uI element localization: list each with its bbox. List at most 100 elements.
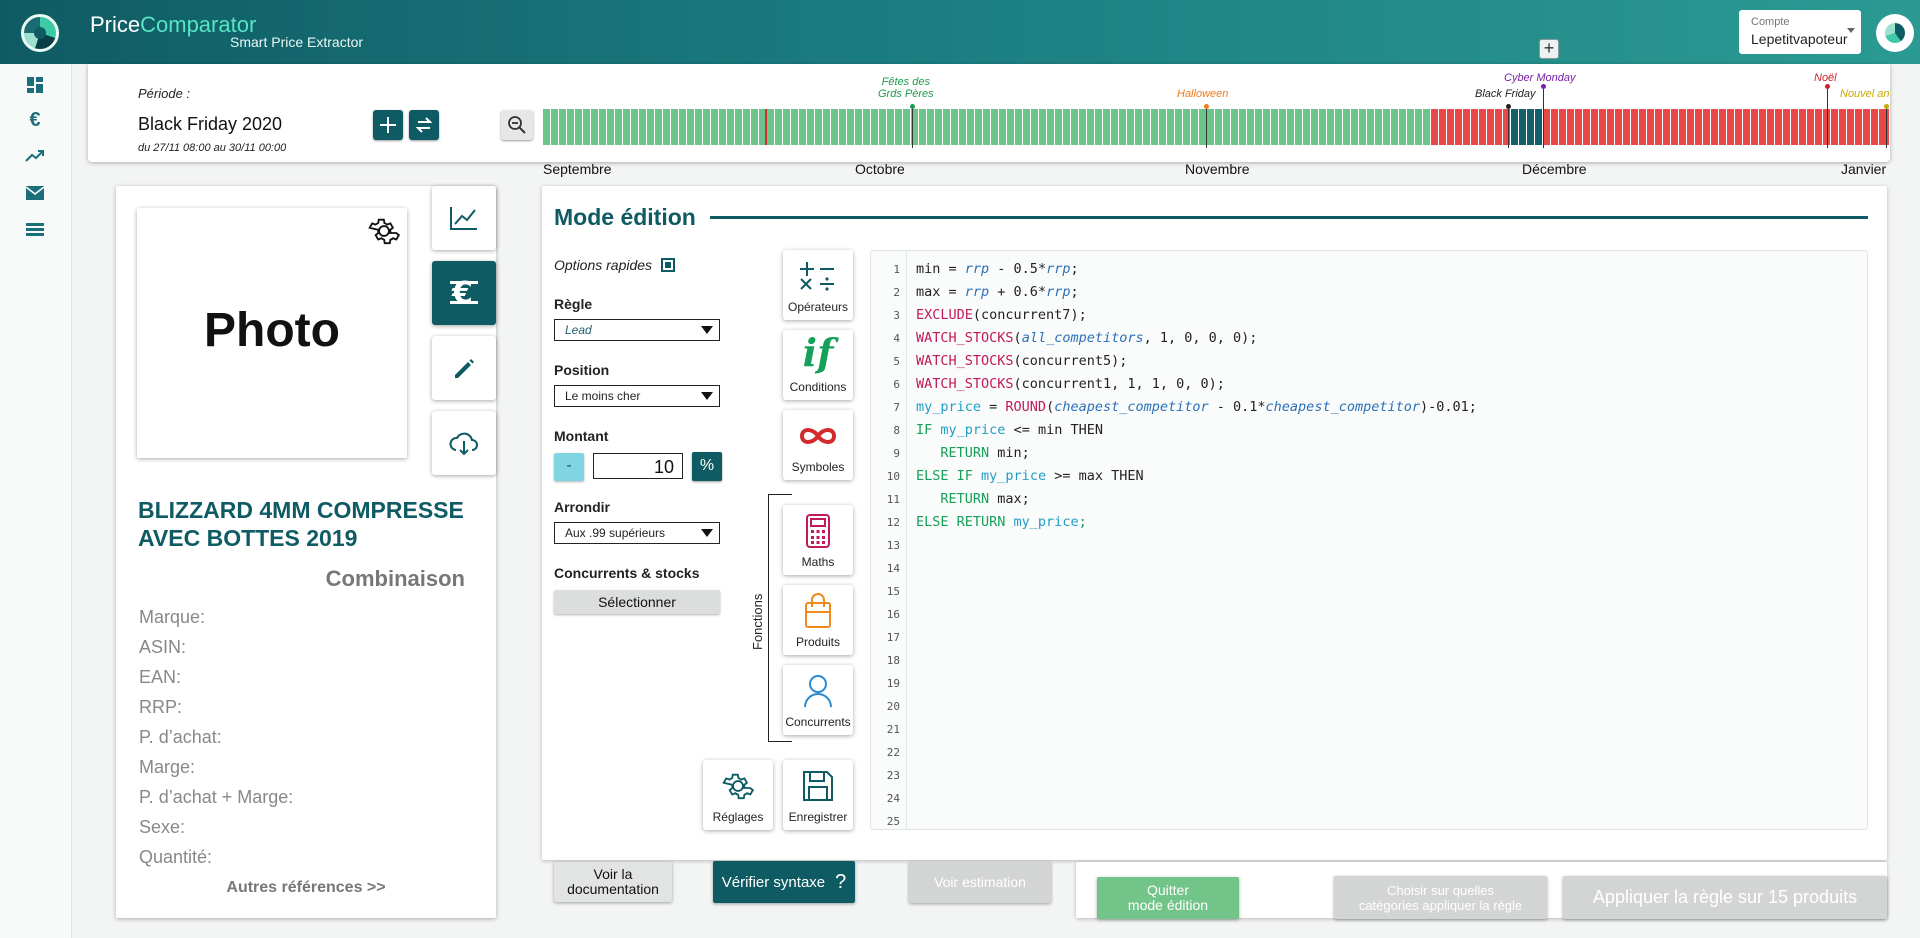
timeline-day-cell[interactable] bbox=[1215, 109, 1222, 145]
timeline-day-cell[interactable] bbox=[887, 109, 894, 145]
timeline-day-cell[interactable] bbox=[1583, 109, 1590, 145]
timeline-day-cell[interactable] bbox=[1199, 109, 1206, 145]
save-tool-button[interactable]: Enregistrer bbox=[783, 760, 853, 830]
timeline-day-cell[interactable] bbox=[1319, 109, 1326, 145]
round-select[interactable]: Aux .99 supérieurs bbox=[554, 522, 720, 544]
add-period-button[interactable]: + bbox=[1539, 39, 1559, 59]
timeline-day-cell[interactable] bbox=[1439, 109, 1446, 145]
timeline-day-cell[interactable] bbox=[1407, 109, 1414, 145]
timeline-day-cell[interactable] bbox=[1383, 109, 1390, 145]
timeline-day-cell[interactable] bbox=[1183, 109, 1190, 145]
timeline-day-cell[interactable] bbox=[655, 109, 662, 145]
timeline-day-cell[interactable] bbox=[1487, 109, 1494, 145]
timeline-day-cell[interactable] bbox=[639, 109, 646, 145]
timeline-day-cell[interactable] bbox=[1759, 109, 1766, 145]
timeline-day-cell[interactable] bbox=[1863, 109, 1870, 145]
timeline-day-cell[interactable] bbox=[1119, 109, 1126, 145]
timeline-day-cell[interactable] bbox=[1295, 109, 1302, 145]
timeline-day-cell[interactable] bbox=[839, 109, 846, 145]
timeline-day-cell[interactable] bbox=[1287, 109, 1294, 145]
timeline-day-cell[interactable] bbox=[1847, 109, 1854, 145]
timeline-day-cell[interactable] bbox=[543, 109, 550, 145]
timeline-day-cell[interactable] bbox=[1063, 109, 1070, 145]
other-references-link[interactable]: Autres références >> bbox=[116, 879, 496, 897]
timeline-day-cell[interactable] bbox=[1327, 109, 1334, 145]
timeline-day-cell[interactable] bbox=[1711, 109, 1718, 145]
timeline-day-cell[interactable] bbox=[1623, 109, 1630, 145]
timeline-day-cell[interactable] bbox=[967, 109, 974, 145]
timeline-day-cell[interactable] bbox=[1663, 109, 1670, 145]
timeline-day-cell[interactable] bbox=[727, 109, 734, 145]
see-estimation-button[interactable]: Voir estimation bbox=[909, 861, 1051, 903]
swap-period-button[interactable] bbox=[409, 110, 439, 140]
event-label[interactable]: Noël bbox=[1814, 72, 1837, 84]
timeline-day-cell[interactable] bbox=[1615, 109, 1622, 145]
timeline-day-cell[interactable] bbox=[1039, 109, 1046, 145]
zoom-out-button[interactable] bbox=[501, 110, 533, 140]
timeline-day-cell[interactable] bbox=[1303, 109, 1310, 145]
avatar[interactable] bbox=[1876, 14, 1914, 52]
timeline-day-cell[interactable] bbox=[1719, 109, 1726, 145]
operators-tool-button[interactable]: Opérateurs bbox=[783, 250, 853, 320]
timeline-day-cell[interactable] bbox=[1343, 109, 1350, 145]
timeline-day-cell[interactable] bbox=[943, 109, 950, 145]
timeline-day-cell[interactable] bbox=[1079, 109, 1086, 145]
timeline-day-cell[interactable] bbox=[999, 109, 1006, 145]
timeline-day-cell[interactable] bbox=[743, 109, 750, 145]
timeline-day-cell[interactable] bbox=[1031, 109, 1038, 145]
timeline-day-cell[interactable] bbox=[1471, 109, 1478, 145]
timeline-day-cell[interactable] bbox=[1359, 109, 1366, 145]
timeline-day-cell[interactable] bbox=[1399, 109, 1406, 145]
edit-tab-button[interactable] bbox=[432, 336, 496, 400]
timeline-day-cell[interactable] bbox=[935, 109, 942, 145]
timeline-day-cell[interactable] bbox=[1095, 109, 1102, 145]
timeline-day-cell[interactable] bbox=[1687, 109, 1694, 145]
timeline-day-cell[interactable] bbox=[1815, 109, 1822, 145]
timeline-day-cell[interactable] bbox=[687, 109, 694, 145]
timeline-day-cell[interactable] bbox=[1279, 109, 1286, 145]
timeline-day-cell[interactable] bbox=[1423, 109, 1430, 145]
timeline-day-cell[interactable] bbox=[1807, 109, 1814, 145]
apply-rule-button[interactable]: Appliquer la règle sur 15 produits bbox=[1563, 876, 1887, 919]
timeline-day-cell[interactable] bbox=[1511, 109, 1518, 145]
timeline-day-cell[interactable] bbox=[703, 109, 710, 145]
trending-icon[interactable] bbox=[24, 145, 46, 167]
timeline-day-cell[interactable] bbox=[1479, 109, 1486, 145]
timeline-day-cell[interactable] bbox=[1071, 109, 1078, 145]
timeline-day-cell[interactable] bbox=[1415, 109, 1422, 145]
timeline-day-cell[interactable] bbox=[1015, 109, 1022, 145]
timeline-day-cell[interactable] bbox=[1047, 109, 1054, 145]
position-select[interactable]: Le moins cher bbox=[554, 385, 720, 407]
timeline-day-cell[interactable] bbox=[975, 109, 982, 145]
dashboard-icon[interactable] bbox=[24, 74, 46, 96]
timeline-day-cell[interactable] bbox=[1159, 109, 1166, 145]
timeline-day-cell[interactable] bbox=[1271, 109, 1278, 145]
timeline-day-cell[interactable] bbox=[1311, 109, 1318, 145]
cloud-download-tab-button[interactable] bbox=[432, 411, 496, 475]
timeline-day-cell[interactable] bbox=[671, 109, 678, 145]
timeline-day-cell[interactable] bbox=[1799, 109, 1806, 145]
timeline-day-cell[interactable] bbox=[1551, 109, 1558, 145]
timeline-day-cell[interactable] bbox=[1103, 109, 1110, 145]
mail-icon[interactable] bbox=[24, 182, 46, 204]
timeline-day-cell[interactable] bbox=[1887, 109, 1889, 145]
timeline-day-cell[interactable] bbox=[735, 109, 742, 145]
timeline-day-cell[interactable] bbox=[1247, 109, 1254, 145]
timeline-day-cell[interactable] bbox=[1151, 109, 1158, 145]
timeline-day-cell[interactable] bbox=[1831, 109, 1838, 145]
timeline-day-cell[interactable] bbox=[847, 109, 854, 145]
timeline-day-cell[interactable] bbox=[631, 109, 638, 145]
timeline-day-cell[interactable] bbox=[1607, 109, 1614, 145]
timeline-day-cell[interactable] bbox=[879, 109, 886, 145]
timeline-day-cell[interactable] bbox=[623, 109, 630, 145]
timeline-day-cell[interactable] bbox=[1527, 109, 1534, 145]
timeline-day-cell[interactable] bbox=[1351, 109, 1358, 145]
timeline-day-cell[interactable] bbox=[1023, 109, 1030, 145]
timeline-day-cell[interactable] bbox=[1431, 109, 1438, 145]
timeline-day-cell[interactable] bbox=[1231, 109, 1238, 145]
timeline-day-cell[interactable] bbox=[607, 109, 614, 145]
timeline-day-cell[interactable] bbox=[751, 109, 758, 145]
amount-input[interactable]: 10 bbox=[593, 453, 683, 479]
timeline-day-cell[interactable] bbox=[815, 109, 822, 145]
timeline-day-cell[interactable] bbox=[583, 109, 590, 145]
